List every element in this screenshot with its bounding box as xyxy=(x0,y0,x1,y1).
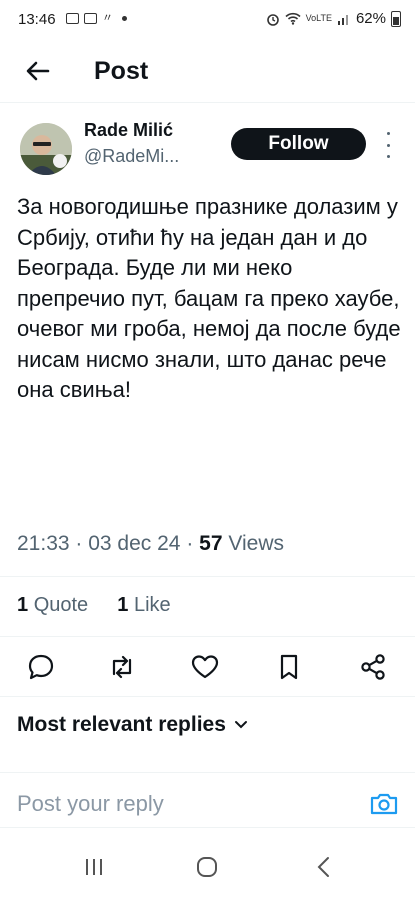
signal-wave-icon: 〃 xyxy=(102,12,113,24)
post-time: 21:33 xyxy=(17,532,70,555)
divider xyxy=(0,636,415,637)
quotes-count: 1 xyxy=(17,594,29,616)
battery-percent: 62% xyxy=(355,10,386,27)
likes-label: Like xyxy=(133,594,171,616)
arrow-left-icon[interactable] xyxy=(22,55,54,87)
divider xyxy=(0,696,415,697)
share-icon[interactable] xyxy=(356,650,390,684)
network-label: VoLTE xyxy=(305,13,332,23)
page-title: Post xyxy=(94,57,149,85)
wifi-icon xyxy=(285,12,301,25)
likes-stat[interactable]: 1 Like xyxy=(117,594,170,616)
battery-icon xyxy=(391,10,401,27)
notification-icon xyxy=(66,13,79,24)
signal-icon xyxy=(337,15,348,25)
action-bar xyxy=(0,650,415,684)
meta-separator: · xyxy=(75,532,89,555)
quotes-label: Quote xyxy=(33,594,89,616)
reply-icon[interactable] xyxy=(24,650,58,684)
status-right: VoLTE 62% xyxy=(266,10,401,27)
status-time: 13:46 xyxy=(18,11,56,28)
alarm-icon xyxy=(266,13,279,26)
avatar-image xyxy=(20,123,72,175)
replies-sort-label: Most relevant replies xyxy=(17,713,226,736)
post-meta: 21:33 · 03 dec 24 · 57 Views xyxy=(17,532,284,556)
status-bar: 13:46 〃 VoLTE 62% xyxy=(0,0,415,40)
follow-button[interactable]: Follow xyxy=(231,128,366,160)
heart-icon[interactable] xyxy=(188,650,222,684)
author-name[interactable]: Rade Milić xyxy=(84,120,173,141)
meta-separator: · xyxy=(186,532,200,555)
back-icon[interactable] xyxy=(313,855,335,879)
chevron-down-icon xyxy=(234,721,247,729)
header: Post xyxy=(0,45,415,103)
bookmark-icon[interactable] xyxy=(272,650,306,684)
replies-sort-dropdown[interactable]: Most relevant replies xyxy=(17,713,248,737)
views-count: 57 xyxy=(199,532,223,555)
post-date: 03 dec 24 xyxy=(88,532,181,555)
quotes-stat[interactable]: 1 Quote xyxy=(17,594,88,616)
engagement-stats: 1 Quote 1 Like xyxy=(17,594,171,617)
more-options-icon[interactable] xyxy=(383,132,393,158)
image-notification-icon xyxy=(84,13,97,24)
camera-icon[interactable] xyxy=(369,791,399,817)
home-icon[interactable] xyxy=(195,855,219,879)
reply-composer[interactable]: Post your reply xyxy=(0,772,415,828)
post-text: За новогодишње празнике долазим у Србију… xyxy=(17,194,401,402)
recent-apps-icon[interactable] xyxy=(83,856,105,878)
views-label: Views xyxy=(228,532,284,555)
notification-icons: 〃 xyxy=(66,13,127,24)
likes-count: 1 xyxy=(117,594,129,616)
repost-icon[interactable] xyxy=(105,650,139,684)
system-nav-bar xyxy=(0,840,415,900)
divider xyxy=(0,576,415,577)
author-handle[interactable]: @RadeMi... xyxy=(84,146,179,167)
avatar[interactable] xyxy=(20,123,72,175)
reply-input[interactable]: Post your reply xyxy=(17,791,164,817)
dot-icon xyxy=(122,16,127,21)
